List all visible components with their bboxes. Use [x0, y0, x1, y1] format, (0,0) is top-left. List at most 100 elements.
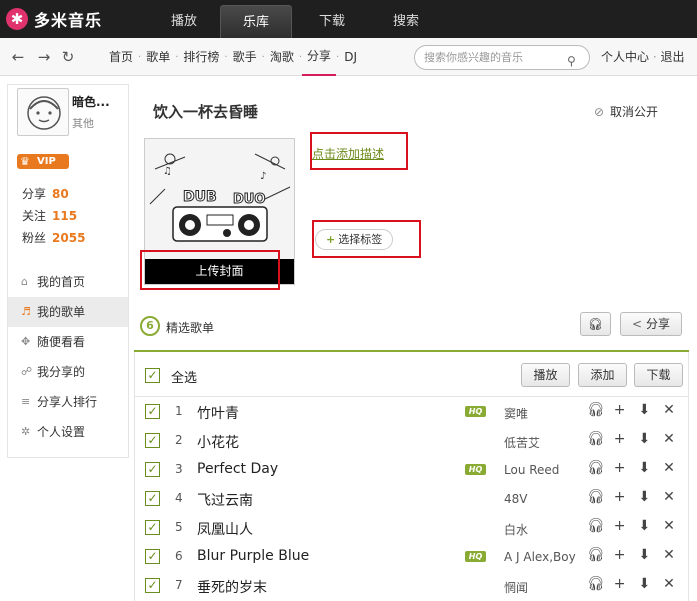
- add-icon[interactable]: +: [612, 518, 628, 534]
- add-icon[interactable]: +: [612, 460, 628, 476]
- stat-shares[interactable]: 分享 80: [22, 185, 69, 202]
- share-button[interactable]: < 分享: [620, 312, 682, 336]
- crumb-discover[interactable]: 淘歌: [265, 38, 299, 76]
- listen-button[interactable]: 🎧︎: [580, 312, 611, 336]
- track-artist[interactable]: 白水: [504, 521, 528, 538]
- back-icon[interactable]: ←: [9, 48, 27, 66]
- track-actions: 🎧︎ + ⬇ ✕: [587, 518, 677, 534]
- sidebar-item-settings[interactable]: ✲ 个人设置: [8, 417, 128, 447]
- crumb-home[interactable]: 首页: [104, 38, 138, 76]
- tab-search[interactable]: 搜索: [370, 5, 442, 38]
- track-title[interactable]: 竹叶青: [197, 403, 239, 423]
- track-title[interactable]: 凤凰山人: [197, 519, 253, 539]
- crumb-dj[interactable]: DJ: [339, 38, 362, 76]
- download-icon[interactable]: ⬇: [636, 431, 652, 447]
- select-all-checkbox[interactable]: ✓: [145, 368, 160, 383]
- play-all-button[interactable]: 播放: [521, 363, 570, 387]
- listen-icon[interactable]: 🎧︎: [587, 460, 605, 476]
- crumb-charts[interactable]: 排行榜: [178, 38, 224, 76]
- listen-icon[interactable]: 🎧︎: [587, 402, 605, 418]
- track-row[interactable]: ✓ 5 凤凰山人 白水 🎧︎ + ⬇ ✕: [135, 513, 688, 542]
- delete-icon[interactable]: ✕: [661, 431, 677, 447]
- select-all-label: 全选: [171, 371, 198, 386]
- track-title[interactable]: 飞过云南: [197, 490, 253, 510]
- listen-icon[interactable]: 🎧︎: [587, 489, 605, 505]
- search-input[interactable]: 搜索你感兴趣的音乐 ⚲: [414, 45, 590, 70]
- track-title[interactable]: Perfect Day: [197, 461, 278, 477]
- track-checkbox[interactable]: ✓: [145, 520, 160, 535]
- delete-icon[interactable]: ✕: [661, 547, 677, 563]
- add-all-button[interactable]: 添加: [578, 363, 627, 387]
- sidebar-item-home[interactable]: ⌂ 我的首页: [8, 267, 128, 297]
- track-artist[interactable]: 窦唯: [504, 405, 528, 422]
- user-name[interactable]: 暗色...: [72, 93, 110, 110]
- track-row[interactable]: ✓ 7 垂死的岁末 惘闻 🎧︎ + ⬇ ✕: [135, 571, 688, 600]
- sidebar-item-ranking[interactable]: ≡ 分享人排行: [8, 387, 128, 417]
- stat-following[interactable]: 关注 115: [22, 207, 77, 224]
- unpublish-button[interactable]: ⊘ 取消公开: [594, 103, 658, 120]
- download-icon[interactable]: ⬇: [636, 547, 652, 563]
- track-checkbox[interactable]: ✓: [145, 433, 160, 448]
- crumb-share[interactable]: 分享: [302, 38, 337, 76]
- refresh-icon[interactable]: ↻: [59, 48, 77, 66]
- track-row[interactable]: ✓ 2 小花花 低苦艾 🎧︎ + ⬇ ✕: [135, 426, 688, 455]
- avatar[interactable]: [17, 88, 69, 136]
- delete-icon[interactable]: ✕: [661, 576, 677, 592]
- crumb-artists[interactable]: 歌手: [228, 38, 262, 76]
- sidebar-item-my-shares[interactable]: ☍ 我分享的: [8, 357, 128, 387]
- track-row[interactable]: ✓ 1 竹叶青 HQ 窦唯 🎧︎ + ⬇ ✕: [135, 397, 688, 426]
- download-icon[interactable]: ⬇: [636, 402, 652, 418]
- sidebar-item-my-playlists[interactable]: ♬ 我的歌单: [8, 297, 128, 327]
- track-artist[interactable]: 低苦艾: [504, 434, 540, 451]
- track-actions: 🎧︎ + ⬇ ✕: [587, 460, 677, 476]
- track-actions: 🎧︎ + ⬇ ✕: [587, 576, 677, 592]
- listen-icon[interactable]: 🎧︎: [587, 431, 605, 447]
- search-icon[interactable]: ⚲: [567, 50, 581, 68]
- track-artist[interactable]: A J Alex,Boy: [504, 550, 576, 564]
- add-icon[interactable]: +: [612, 547, 628, 563]
- track-checkbox[interactable]: ✓: [145, 578, 160, 593]
- sidebar-item-browse[interactable]: ✥ 随便看看: [8, 327, 128, 357]
- download-icon[interactable]: ⬇: [636, 460, 652, 476]
- track-checkbox[interactable]: ✓: [145, 491, 160, 506]
- app-logo[interactable]: ✱ 多米音乐: [6, 7, 102, 31]
- download-icon[interactable]: ⬇: [636, 489, 652, 505]
- add-icon[interactable]: +: [612, 489, 628, 505]
- delete-icon[interactable]: ✕: [661, 489, 677, 505]
- tab-library[interactable]: 乐库: [220, 5, 292, 38]
- tab-download[interactable]: 下载: [296, 5, 368, 38]
- tab-play[interactable]: 播放: [148, 5, 220, 38]
- top-navigation-bar: ✱ 多米音乐 播放 乐库 下载 搜索: [0, 0, 697, 38]
- track-artist[interactable]: Lou Reed: [504, 463, 559, 477]
- track-row[interactable]: ✓ 6 Blur Purple Blue HQ A J Alex,Boy 🎧︎ + ⬇ ✕: [135, 542, 688, 571]
- download-all-button[interactable]: 下载: [634, 363, 683, 387]
- listen-icon[interactable]: 🎧︎: [587, 547, 605, 563]
- add-icon[interactable]: +: [612, 402, 628, 418]
- forward-icon[interactable]: →: [35, 48, 53, 66]
- track-checkbox[interactable]: ✓: [145, 549, 160, 564]
- hq-badge: HQ: [465, 406, 486, 417]
- crumb-playlists[interactable]: 歌单: [141, 38, 175, 76]
- download-icon[interactable]: ⬇: [636, 518, 652, 534]
- add-icon[interactable]: +: [612, 431, 628, 447]
- track-artist[interactable]: 惘闻: [504, 579, 528, 596]
- track-checkbox[interactable]: ✓: [145, 404, 160, 419]
- download-icon[interactable]: ⬇: [636, 576, 652, 592]
- delete-icon[interactable]: ✕: [661, 402, 677, 418]
- user-center-link[interactable]: 个人中心: [601, 50, 649, 64]
- add-icon[interactable]: +: [612, 576, 628, 592]
- track-checkbox[interactable]: ✓: [145, 462, 160, 477]
- listen-icon[interactable]: 🎧︎: [587, 518, 605, 534]
- stat-fans[interactable]: 粉丝 2055: [22, 229, 85, 246]
- track-artist[interactable]: 48V: [504, 492, 527, 506]
- listen-icon[interactable]: 🎧︎: [587, 576, 605, 592]
- track-title[interactable]: 小花花: [197, 432, 239, 452]
- track-row[interactable]: ✓ 4 飞过云南 48V 🎧︎ + ⬇ ✕: [135, 484, 688, 513]
- track-row[interactable]: ✓ 3 Perfect Day HQ Lou Reed 🎧︎ + ⬇ ✕: [135, 455, 688, 484]
- logout-link[interactable]: 退出: [660, 50, 684, 64]
- track-title[interactable]: Blur Purple Blue: [197, 548, 309, 564]
- delete-icon[interactable]: ✕: [661, 518, 677, 534]
- track-title[interactable]: 垂死的岁末: [197, 577, 267, 597]
- svg-text:DUB: DUB: [183, 189, 217, 205]
- delete-icon[interactable]: ✕: [661, 460, 677, 476]
